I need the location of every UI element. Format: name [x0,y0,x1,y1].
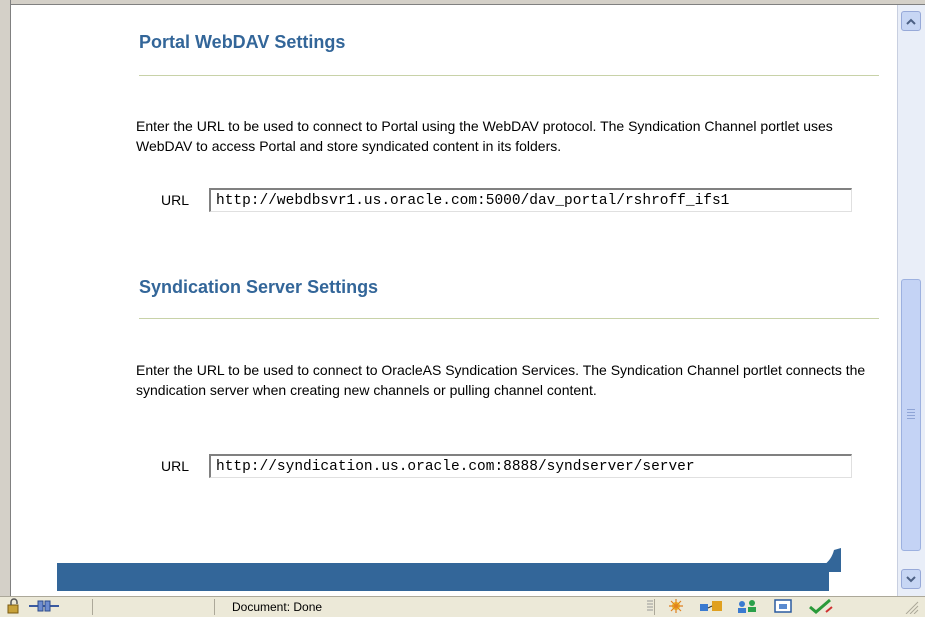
scroll-up-button[interactable] [901,11,921,31]
grip-lines-icon [646,599,654,616]
webdav-divider [139,75,879,76]
network-icon[interactable] [698,598,726,617]
scroll-down-button[interactable] [901,569,921,589]
photo-icon[interactable] [772,598,796,617]
resize-grip-icon[interactable] [902,600,920,617]
syndication-divider [139,318,879,319]
chevron-down-icon [906,575,916,582]
lock-icon [6,598,24,617]
webdav-section-title: Portal WebDAV Settings [139,32,346,52]
status-bar: Document: Done [0,596,925,617]
checkmark-icon[interactable] [806,598,836,617]
people-icon[interactable] [734,598,760,617]
syndication-section-title: Syndication Server Settings [139,277,379,297]
webdav-url-input[interactable] [209,188,852,212]
window-frame-left [0,0,11,596]
syndication-url-input[interactable] [209,454,852,478]
statusbar-separator [654,599,655,615]
statusbar-progress-cell [92,599,214,615]
syndication-url-label: URL [161,458,190,474]
chevron-up-icon [906,18,916,25]
sparkle-icon[interactable] [664,598,690,617]
webdav-url-label: URL [161,192,190,208]
vertical-scrollbar[interactable] [897,5,925,596]
webdav-description: Enter the URL to be used to connect to P… [136,118,833,154]
footer-band [57,563,829,591]
scroll-thumb[interactable] [901,279,921,551]
syndication-description: Enter the URL to be used to connect to O… [136,362,866,398]
connection-icon [28,598,60,617]
page-content: Portal WebDAV Settings Enter the URL to … [11,5,897,596]
status-text: Document: Done [232,600,323,614]
